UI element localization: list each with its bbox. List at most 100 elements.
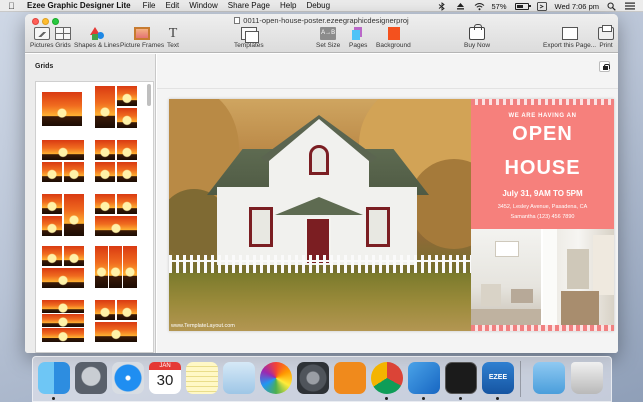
grid-cell bbox=[95, 322, 137, 342]
grid-cell bbox=[42, 328, 84, 342]
interior-photo-living-room[interactable] bbox=[471, 229, 541, 325]
poster-headline-house[interactable]: HOUSE bbox=[471, 157, 614, 180]
status-area: 57% Wed 7:06 pm bbox=[438, 0, 635, 12]
grids-label: Grids bbox=[55, 42, 71, 49]
grid-thumbnail[interactable] bbox=[95, 246, 137, 288]
grid-cell bbox=[95, 300, 115, 320]
text-label: Text bbox=[167, 42, 179, 49]
background-button[interactable]: Background bbox=[376, 27, 411, 49]
buy-now-label: Buy Now bbox=[464, 42, 491, 49]
templates-label: Templates bbox=[234, 42, 264, 49]
poster-page[interactable]: www.TemplateLayout.com WE ARE HAVING AN … bbox=[169, 99, 614, 331]
picture-frames-button[interactable]: Picture Frames bbox=[120, 27, 164, 49]
house-photo[interactable]: www.TemplateLayout.com bbox=[169, 99, 471, 331]
dock-separator bbox=[520, 361, 521, 397]
poster-contact[interactable]: Samantha (123) 456 7890 bbox=[471, 214, 614, 220]
grid-cell bbox=[42, 194, 62, 214]
app-window: 0011-open-house-poster.ezeegraphicdesign… bbox=[25, 14, 618, 353]
poster-date[interactable]: July 31, 9AM TO 5PM bbox=[471, 189, 614, 198]
chrome-icon[interactable] bbox=[371, 362, 403, 394]
grid-thumbnail[interactable] bbox=[95, 140, 137, 182]
export-page-label: Export this Page... bbox=[543, 42, 597, 49]
grids-button[interactable]: Grids bbox=[55, 27, 71, 49]
grid-thumbnail[interactable] bbox=[42, 300, 84, 342]
spotlight-icon[interactable] bbox=[607, 2, 617, 11]
notes-icon[interactable] bbox=[186, 362, 218, 394]
menu-debug[interactable]: Debug bbox=[306, 1, 330, 10]
grid-cell bbox=[42, 162, 62, 182]
grid-thumbnail[interactable] bbox=[42, 194, 84, 236]
grid-cell bbox=[95, 246, 108, 288]
battery-icon[interactable] bbox=[514, 2, 531, 10]
menubar-clock[interactable]: Wed 7:06 pm bbox=[555, 2, 599, 11]
calendar-icon[interactable]: JAN 30 bbox=[149, 362, 181, 394]
text-button[interactable]: T Text bbox=[165, 27, 181, 50]
grid-thumbnail[interactable] bbox=[42, 140, 84, 182]
system-preferences-icon[interactable] bbox=[297, 362, 329, 394]
notification-center-icon[interactable] bbox=[625, 2, 635, 10]
buy-now-button[interactable]: Buy Now bbox=[464, 24, 491, 49]
grid-cell bbox=[64, 162, 84, 182]
lock-icon[interactable] bbox=[599, 61, 610, 72]
dock: JAN 30 EZEE bbox=[32, 356, 612, 402]
shapes-lines-button[interactable]: Shapes & Lines bbox=[74, 27, 120, 49]
pages-button[interactable]: Pages bbox=[349, 27, 367, 49]
grid-cell bbox=[95, 86, 115, 128]
grid-thumbnail[interactable] bbox=[95, 194, 137, 236]
photos-icon[interactable] bbox=[260, 362, 292, 394]
interior-photo-hallway[interactable] bbox=[543, 229, 614, 325]
shopping-bag-icon bbox=[469, 24, 485, 40]
poster-headline-box[interactable]: WE ARE HAVING AN OPEN HOUSE July 31, 9AM… bbox=[471, 105, 614, 229]
panel-title: Grids bbox=[35, 63, 54, 70]
ezee-graphic-designer-icon[interactable]: EZEE bbox=[482, 362, 514, 394]
background-label: Background bbox=[376, 42, 411, 49]
grids-panel: Grids bbox=[25, 54, 156, 353]
menu-file[interactable]: File bbox=[143, 1, 156, 10]
printer-icon bbox=[598, 25, 614, 40]
print-button[interactable]: Print bbox=[598, 25, 614, 49]
apple-icon[interactable]:  bbox=[8, 1, 18, 11]
set-size-button[interactable]: A→B Set Size bbox=[316, 27, 340, 49]
document-title-text: 0011-open-house-poster.ezeegraphicdesign… bbox=[243, 16, 409, 25]
safari-icon[interactable] bbox=[112, 362, 144, 394]
templates-button[interactable]: Templates bbox=[234, 27, 264, 49]
grid-cell bbox=[42, 140, 84, 160]
grid-cell bbox=[117, 194, 137, 214]
canvas-divider bbox=[157, 88, 618, 89]
grid-cell bbox=[95, 216, 137, 236]
picture-frames-label: Picture Frames bbox=[120, 42, 165, 49]
panel-scrollbar[interactable] bbox=[147, 84, 151, 106]
menu-help[interactable]: Help bbox=[280, 1, 296, 10]
downloads-folder-icon[interactable] bbox=[533, 362, 565, 394]
preview-icon[interactable] bbox=[223, 362, 255, 394]
terminal-icon[interactable] bbox=[445, 362, 477, 394]
pictures-button[interactable]: Pictures bbox=[30, 27, 53, 49]
grid-cell bbox=[64, 194, 84, 236]
export-icon bbox=[561, 27, 578, 40]
grid-cell bbox=[117, 86, 137, 106]
input-source-icon[interactable] bbox=[536, 2, 547, 11]
launchpad-icon[interactable] bbox=[75, 362, 107, 394]
grid-thumbnail[interactable] bbox=[95, 86, 137, 128]
menu-app-name[interactable]: Ezee Graphic Designer Lite bbox=[27, 1, 131, 10]
eject-icon[interactable] bbox=[456, 2, 466, 10]
menu-window[interactable]: Window bbox=[189, 1, 217, 10]
grid-thumbnail[interactable] bbox=[42, 246, 84, 288]
poster-kicker[interactable]: WE ARE HAVING AN bbox=[471, 113, 614, 119]
grid-cell bbox=[42, 268, 84, 288]
export-page-button[interactable]: Export this Page... bbox=[543, 27, 596, 49]
grid-thumbnail[interactable] bbox=[42, 88, 84, 130]
bluetooth-icon[interactable] bbox=[438, 2, 448, 11]
grid-thumbnail-list[interactable] bbox=[35, 81, 154, 353]
grid-thumbnail[interactable] bbox=[95, 300, 137, 342]
poster-headline-open[interactable]: OPEN bbox=[471, 123, 614, 146]
menu-share-page[interactable]: Share Page bbox=[228, 1, 270, 10]
trash-icon[interactable] bbox=[571, 362, 603, 394]
wifi-icon[interactable] bbox=[474, 2, 484, 11]
poster-address[interactable]: 3452, Lesley Avenue, Pasadena, CA bbox=[471, 204, 614, 210]
xcode-icon[interactable] bbox=[408, 362, 440, 394]
picket-fence bbox=[169, 255, 471, 273]
ibooks-icon[interactable] bbox=[334, 362, 366, 394]
finder-icon[interactable] bbox=[38, 362, 70, 394]
menu-edit[interactable]: Edit bbox=[165, 1, 179, 10]
